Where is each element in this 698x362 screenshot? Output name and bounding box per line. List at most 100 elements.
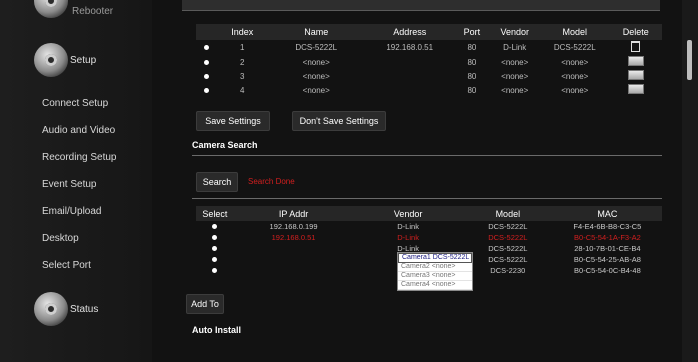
result-model: DCS-5222L [488, 233, 528, 242]
main-content: Index Name Address Port Vendor Model Del… [152, 0, 682, 362]
sidebar-item-select-port[interactable]: Select Port [42, 260, 91, 271]
sidebar-item-connect-setup[interactable]: Connect Setup [42, 98, 108, 109]
col-ip: IP Addr [233, 206, 354, 221]
radio-icon[interactable] [212, 224, 218, 229]
sidebar-item-desktop[interactable]: Desktop [42, 233, 79, 244]
camera-vendor: <none> [501, 57, 529, 67]
camera-port: 80 [467, 57, 477, 67]
col-vendor: Vendor [353, 206, 463, 221]
result-model: DCS-5222L [488, 244, 528, 253]
col-mac: MAC [552, 206, 662, 221]
col-vendor: Vendor [489, 24, 541, 40]
camera-row[interactable]: 3 <none> 80 <none> <none> [196, 69, 662, 83]
result-model: DCS-5222L [488, 255, 528, 264]
camera-model: DCS-5222L [553, 43, 596, 52]
radio-icon[interactable] [212, 268, 218, 273]
sidebar-setup-label[interactable]: Setup [70, 55, 96, 66]
result-ip: 192.168.0.51 [271, 233, 316, 242]
col-index: Index [217, 24, 268, 40]
camera-name: DCS-5222L [295, 43, 338, 52]
delete-button[interactable] [627, 70, 644, 80]
sidebar-status-label[interactable]: Status [70, 304, 98, 315]
dont-save-settings-button[interactable]: Don't Save Settings [292, 111, 386, 131]
camera-address: 192.168.0.51 [386, 43, 434, 52]
radio-icon[interactable] [204, 45, 210, 50]
camera-index: 3 [240, 71, 245, 81]
result-ip: 192.168.0.199 [269, 222, 318, 231]
camera-address [365, 55, 454, 69]
camera-select-dropdown[interactable]: Camera1 DCS-5222L Camera2 <none> Camera3… [397, 252, 473, 291]
result-row[interactable]: 192.168.0.199 D-Link DCS-5222L F4-E4-6B-… [196, 221, 662, 232]
delete-button[interactable] [627, 84, 644, 94]
dropdown-option[interactable]: Camera2 <none> [398, 263, 472, 272]
radio-icon[interactable] [212, 246, 218, 251]
camera-address [365, 83, 454, 97]
result-ip [234, 254, 354, 265]
camera-vendor: <none> [501, 71, 529, 81]
col-model: Model [462, 206, 553, 221]
divider [192, 155, 662, 156]
result-mac: B0-C5-54-0C-B4-48 [574, 266, 641, 275]
col-port: Port [454, 24, 490, 40]
camera-row[interactable]: 4 <none> 80 <none> <none> [196, 83, 662, 97]
sidebar-top-label[interactable]: Rebooter [72, 6, 113, 17]
save-settings-button[interactable]: Save Settings [196, 111, 270, 131]
col-delete: Delete [609, 24, 662, 40]
sidebar-item-recording-setup[interactable]: Recording Setup [42, 152, 117, 163]
camera-model: <none> [561, 71, 589, 81]
result-ip [234, 243, 354, 254]
top-bar [182, 0, 660, 11]
result-vendor: D-Link [397, 222, 419, 231]
result-mac: B0-C5-54-25-AB-A8 [573, 255, 641, 264]
scroll-thumb[interactable] [687, 40, 692, 80]
add-to-button[interactable]: Add To [186, 294, 224, 314]
dropdown-option[interactable]: Camera4 <none> [398, 281, 472, 290]
camera-search-title: Camera Search [192, 140, 258, 150]
camera-row[interactable]: 1 DCS-5222L 192.168.0.51 80 D-Link DCS-5… [196, 40, 662, 55]
search-button[interactable]: Search [196, 172, 238, 192]
status-icon[interactable] [34, 292, 68, 326]
camera-index: 1 [240, 43, 245, 52]
dropdown-option[interactable]: Camera3 <none> [398, 272, 472, 281]
delete-button[interactable] [627, 56, 644, 66]
col-name: Name [267, 24, 366, 40]
trash-icon[interactable] [631, 41, 641, 52]
col-model: Model [540, 24, 610, 40]
camera-model: <none> [561, 85, 589, 95]
dropdown-option[interactable]: Camera1 DCS-5222L [398, 253, 472, 263]
radio-icon[interactable] [212, 257, 218, 262]
camera-model: <none> [561, 57, 589, 67]
sidebar: Rebooter Setup Connect Setup Audio and V… [0, 0, 153, 362]
sidebar-item-audio-video[interactable]: Audio and Video [42, 125, 115, 136]
result-mac: F4-E4-6B-B8-C3-C5 [573, 222, 642, 231]
camera-name: <none> [302, 71, 330, 81]
result-ip [234, 265, 354, 276]
sidebar-item-event-setup[interactable]: Event Setup [42, 179, 96, 190]
camera-vendor: D-Link [503, 43, 527, 52]
sidebar-item-email-upload[interactable]: Email/Upload [42, 206, 101, 217]
result-row[interactable]: 192.168.0.51 D-Link DCS-5222L B0-C5-54-1… [196, 232, 662, 243]
radio-icon[interactable] [204, 73, 210, 79]
radio-icon[interactable] [204, 59, 210, 65]
result-model: DCS-2230 [490, 266, 526, 275]
camera-index: 4 [240, 85, 245, 95]
auto-install-title: Auto Install [192, 325, 241, 335]
search-status: Search Done [248, 177, 295, 186]
radio-icon[interactable] [204, 87, 210, 93]
result-mac: 28-10-7B-01-CE-B4 [574, 244, 641, 253]
camera-table: Index Name Address Port Vendor Model Del… [196, 24, 662, 97]
result-model: DCS-5222L [488, 222, 528, 231]
camera-row[interactable]: 2 <none> 80 <none> <none> [196, 55, 662, 69]
camera-port: 80 [467, 71, 477, 81]
result-vendor: D-Link [397, 233, 419, 242]
camera-vendor: <none> [501, 85, 529, 95]
divider [192, 198, 662, 199]
setup-gear-icon[interactable] [34, 43, 68, 77]
col-select: Select [196, 206, 234, 221]
camera-index: 2 [240, 57, 245, 67]
camera-name: <none> [302, 57, 330, 67]
radio-icon[interactable] [212, 235, 218, 240]
result-mac: B0-C5-54-1A-F3-A2 [574, 233, 641, 242]
vertical-scrollbar[interactable] [682, 0, 698, 362]
reboot-icon[interactable] [34, 0, 68, 18]
